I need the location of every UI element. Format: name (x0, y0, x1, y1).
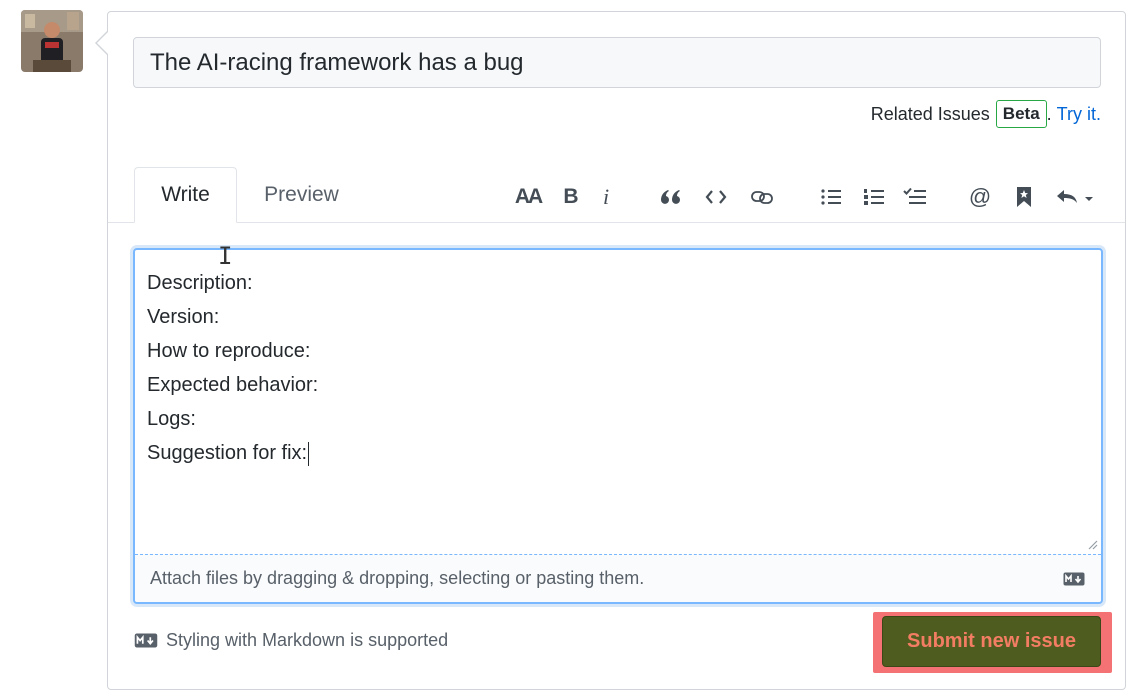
tab-write[interactable]: Write (134, 167, 237, 223)
issue-title-input[interactable] (133, 37, 1101, 88)
related-issues-label: Related Issues (870, 103, 990, 124)
reply-icon[interactable] (1054, 182, 1098, 212)
submit-new-issue-button[interactable]: Submit new issue (882, 616, 1101, 667)
bold-icon[interactable]: B (558, 182, 584, 212)
avatar-image (21, 10, 83, 72)
comment-body-textarea[interactable]: Description: Version: How to reproduce: … (147, 266, 1089, 470)
markdown-icon (134, 633, 158, 648)
italic-icon[interactable]: i (596, 182, 616, 212)
text-size-icon[interactable]: AA (511, 182, 545, 212)
separator: . (1046, 103, 1052, 124)
resize-handle-icon[interactable] (1086, 538, 1098, 550)
beta-badge: Beta (995, 100, 1047, 128)
bullet-list-icon[interactable] (818, 182, 844, 212)
text-caret (308, 441, 310, 466)
link-icon[interactable] (748, 182, 776, 212)
try-it-link[interactable]: Try it. (1057, 104, 1101, 125)
mention-icon[interactable]: @ (966, 182, 994, 212)
related-issues: Related Issues Beta . Try it. (871, 100, 1101, 128)
tab-preview[interactable]: Preview (245, 167, 358, 223)
markdown-supported-note[interactable]: Styling with Markdown is supported (134, 630, 448, 651)
markdown-note-text: Styling with Markdown is supported (166, 630, 449, 650)
attach-files-bar[interactable]: Attach files by dragging & dropping, sel… (135, 554, 1101, 602)
ibeam-cursor-icon: I (218, 242, 233, 270)
avatar[interactable] (21, 10, 83, 72)
numbered-list-icon[interactable] (861, 182, 887, 212)
code-icon[interactable] (703, 182, 729, 212)
markdown-icon (1063, 572, 1085, 586)
comment-editor[interactable]: Description: Version: How to reproduce: … (133, 248, 1103, 604)
task-list-icon[interactable] (901, 182, 929, 212)
quote-icon[interactable] (657, 182, 683, 212)
saved-reply-icon[interactable] (1012, 182, 1036, 212)
attach-files-text: Attach files by dragging & dropping, sel… (150, 568, 645, 588)
